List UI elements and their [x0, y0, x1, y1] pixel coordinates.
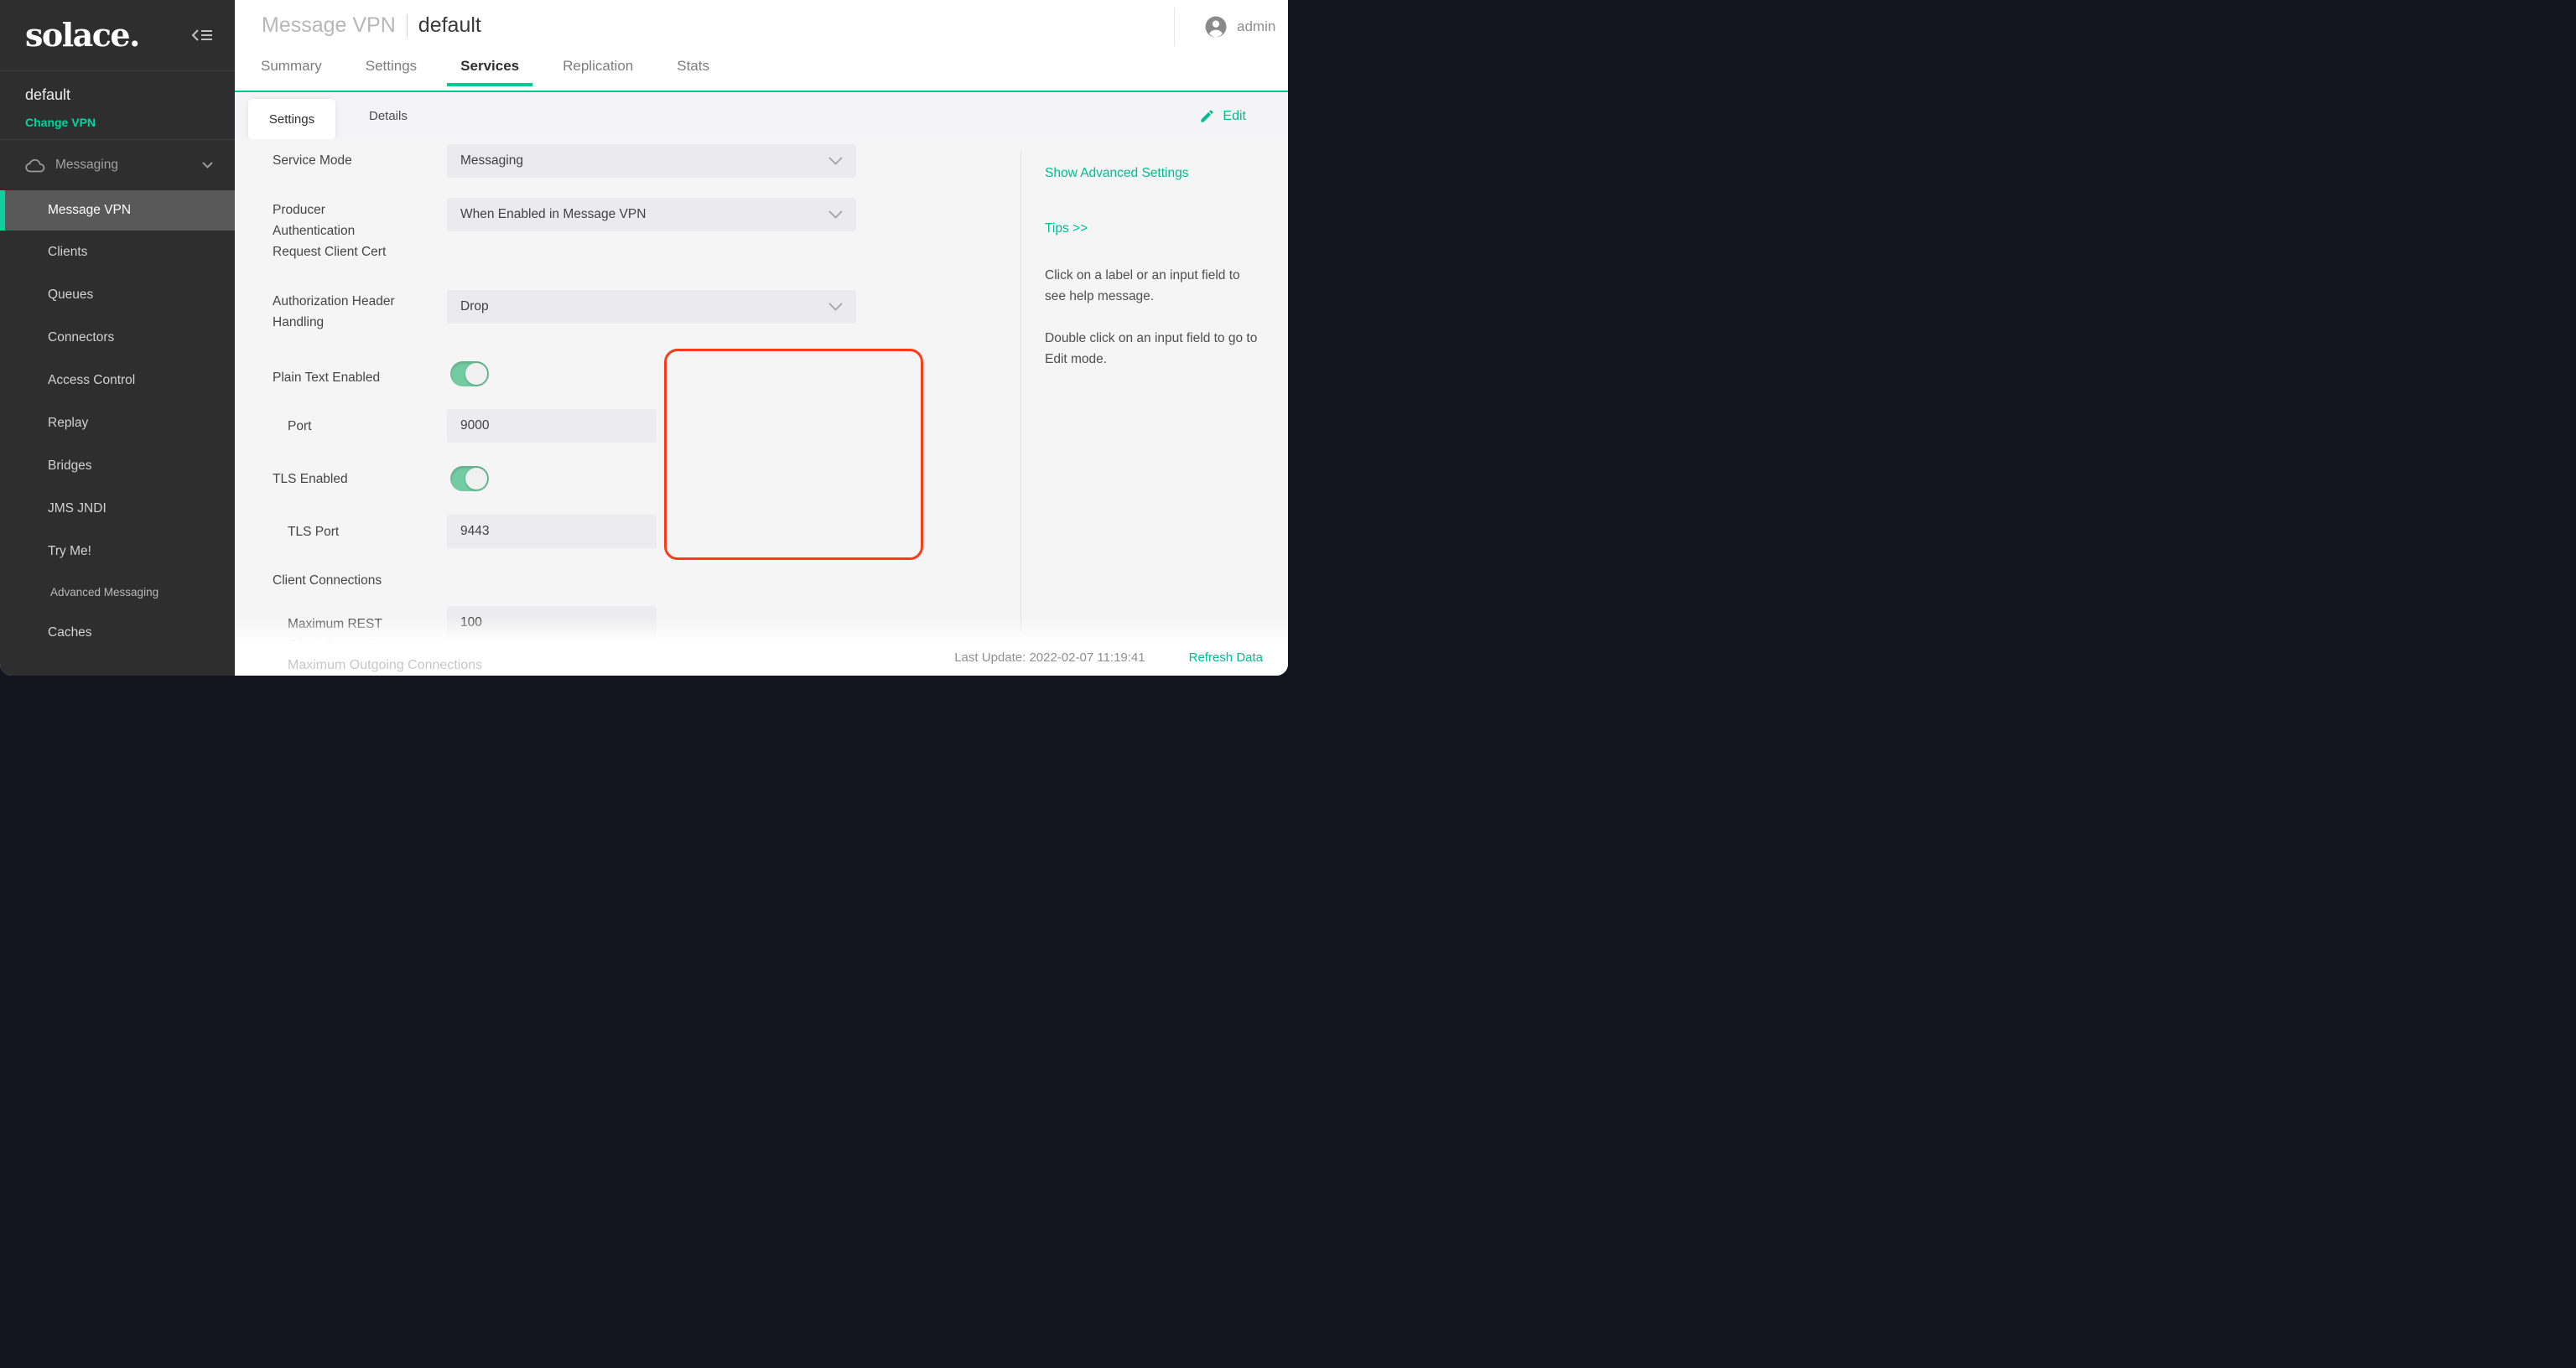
sidebar-logo-row: solace.: [0, 0, 235, 71]
service-mode-value: Messaging: [460, 153, 523, 168]
app-window: solace. default Change VPN Messaging: [0, 0, 1288, 676]
title-divider: [407, 14, 408, 37]
producer-auth-value: When Enabled in Message VPN: [460, 207, 646, 222]
auth-header-label-line2: Handling: [273, 312, 444, 333]
producer-auth-label-line3: Request Client Cert: [273, 241, 444, 262]
auth-header-value: Drop: [460, 299, 489, 314]
subtab-settings[interactable]: Settings: [248, 99, 335, 140]
annotation-highlight-box: [664, 349, 923, 560]
sidebar-item-caches[interactable]: Caches: [0, 611, 235, 654]
help-panel: Show Advanced Settings Tips >> Click on …: [1045, 163, 1258, 370]
producer-auth-select[interactable]: When Enabled in Message VPN: [447, 198, 856, 231]
help-text-click: Click on a label or an input field to se…: [1045, 265, 1258, 307]
user-menu[interactable]: admin: [1174, 8, 1275, 46]
last-update-text: Last Update: 2022-02-07 11:19:41: [954, 650, 1145, 665]
page-title: Message VPN default: [235, 0, 1288, 38]
edit-button-label: Edit: [1223, 109, 1246, 124]
tls-enabled-toggle[interactable]: [450, 466, 489, 491]
change-vpn-link[interactable]: Change VPN: [25, 116, 210, 129]
refresh-data-link[interactable]: Refresh Data: [1189, 650, 1263, 665]
user-name: admin: [1237, 18, 1275, 35]
sidebar-item-replay[interactable]: Replay: [0, 402, 235, 444]
sidebar-item-jms-jndi[interactable]: JMS JNDI: [0, 487, 235, 530]
user-avatar-icon: [1203, 14, 1228, 39]
service-mode-label[interactable]: Service Mode: [273, 150, 444, 171]
chevron-down-icon: [828, 303, 843, 311]
collapse-sidebar-icon[interactable]: [191, 26, 213, 44]
main-area: Message VPN default admin Summary Settin…: [235, 0, 1288, 676]
services-settings-form: Service Mode Messaging Producer Authenti…: [235, 139, 1288, 676]
vpn-block: default Change VPN: [0, 71, 235, 140]
pencil-icon: [1199, 108, 1215, 124]
port-value: 9000: [460, 418, 489, 433]
auth-header-select[interactable]: Drop: [447, 290, 856, 324]
sidebar-item-bridges[interactable]: Bridges: [0, 444, 235, 487]
chevron-down-icon: [828, 157, 843, 165]
tips-link[interactable]: Tips >>: [1045, 218, 1258, 239]
tls-port-input[interactable]: 9443: [447, 515, 657, 548]
solace-logo[interactable]: solace.: [25, 19, 139, 51]
sidebar-section-messaging[interactable]: Messaging: [0, 140, 235, 190]
max-outgoing-connections-ghost-label: Maximum Outgoing Connections: [288, 658, 482, 673]
tab-stats[interactable]: Stats: [675, 58, 711, 75]
sidebar-item-connectors[interactable]: Connectors: [0, 316, 235, 359]
sidebar-item-queues[interactable]: Queues: [0, 273, 235, 316]
tab-summary[interactable]: Summary: [259, 58, 324, 75]
page-title-prefix: Message VPN: [262, 13, 396, 38]
tab-settings[interactable]: Settings: [364, 58, 418, 75]
plain-text-enabled-toggle[interactable]: [450, 361, 489, 386]
top-header: Message VPN default admin Summary Settin…: [235, 0, 1288, 92]
auth-header-label-line1: Authorization Header: [273, 291, 444, 312]
chevron-down-icon: [828, 210, 843, 219]
producer-auth-label[interactable]: Producer Authentication Request Client C…: [273, 200, 444, 262]
sidebar-menu: Message VPN Clients Queues Connectors Ac…: [0, 190, 235, 654]
edit-button[interactable]: Edit: [1199, 92, 1246, 140]
tls-port-label[interactable]: TLS Port: [288, 521, 460, 542]
tls-port-value: 9443: [460, 524, 489, 539]
plain-text-enabled-label[interactable]: Plain Text Enabled: [273, 367, 444, 388]
port-input[interactable]: 9000: [447, 409, 657, 443]
page-title-value: default: [418, 13, 481, 38]
toggle-knob: [465, 468, 487, 490]
sidebar-item-try-me[interactable]: Try Me!: [0, 530, 235, 573]
tab-services[interactable]: Services: [459, 58, 521, 75]
producer-auth-label-line1: Producer: [273, 200, 444, 220]
chevron-down-icon: [202, 158, 213, 173]
subtab-strip: Settings Details Edit: [235, 92, 1288, 141]
toggle-knob: [465, 363, 487, 385]
port-label[interactable]: Port: [288, 416, 460, 437]
sidebar-item-advanced-messaging[interactable]: Advanced Messaging: [0, 573, 235, 611]
sidebar-item-access-control[interactable]: Access Control: [0, 359, 235, 402]
sidebar-section-label: Messaging: [55, 158, 118, 173]
subtab-details[interactable]: Details: [361, 92, 416, 140]
tab-replication[interactable]: Replication: [561, 58, 635, 75]
footer-bar: Maximum Outgoing Connections Last Update…: [235, 617, 1288, 676]
client-connections-section-label: Client Connections: [273, 570, 444, 591]
sidebar: solace. default Change VPN Messaging: [0, 0, 235, 676]
show-advanced-settings-link[interactable]: Show Advanced Settings: [1045, 163, 1258, 184]
help-text-double-click: Double click on an input field to go to …: [1045, 328, 1258, 370]
sidebar-item-clients[interactable]: Clients: [0, 231, 235, 273]
service-mode-select[interactable]: Messaging: [447, 144, 856, 178]
vpn-tabs: Summary Settings Services Replication St…: [259, 58, 711, 75]
sidebar-item-message-vpn[interactable]: Message VPN: [0, 190, 235, 231]
cloud-icon: [25, 158, 45, 173]
current-vpn-name: default: [25, 86, 210, 104]
auth-header-label[interactable]: Authorization Header Handling: [273, 291, 444, 333]
tls-enabled-label[interactable]: TLS Enabled: [273, 469, 444, 490]
producer-auth-label-line2: Authentication: [273, 220, 444, 241]
